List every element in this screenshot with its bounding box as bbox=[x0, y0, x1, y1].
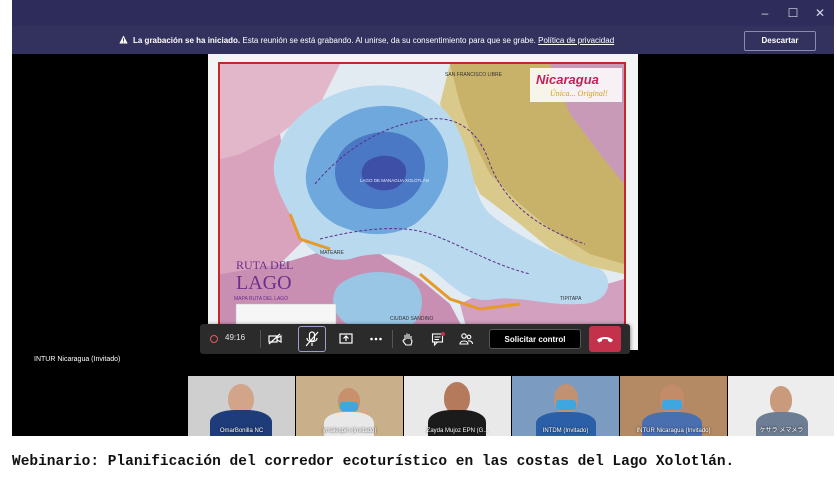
phone-hangup-icon bbox=[597, 337, 613, 343]
mute-button[interactable] bbox=[298, 326, 326, 352]
recording-indicator-icon bbox=[210, 335, 218, 343]
map-label-west-town: MATEARE bbox=[320, 250, 344, 256]
webinar-caption: Webinario: Planificación del corredor ec… bbox=[12, 454, 735, 470]
participant-name: INTUR Nicaragua (Invitado) bbox=[636, 428, 711, 434]
shared-slide: Nicaragua Única... Original! SAN FRANCIS… bbox=[208, 54, 638, 350]
participant-name: ymalespin (Invitado) bbox=[322, 428, 377, 434]
participant-tile[interactable]: ymalespin (Invitado) bbox=[296, 376, 403, 436]
face-mask bbox=[556, 400, 576, 410]
participant-tile[interactable]: Zayda Mujoz EPN (G... bbox=[404, 376, 511, 436]
map-label-lake: LAGO DE MANAGUA XOLOTLÁN bbox=[360, 177, 429, 183]
call-controls: 49:16 Solicitar control bbox=[200, 324, 630, 354]
recording-message: La grabación se ha iniciado. Esta reunió… bbox=[133, 36, 614, 45]
privacy-policy-link[interactable]: Política de privacidad bbox=[538, 36, 614, 45]
lago-title: LAGO bbox=[236, 272, 292, 294]
participant-name: OmarBonilla NC bbox=[219, 428, 264, 434]
more-options-icon[interactable] bbox=[368, 331, 384, 347]
divider bbox=[392, 330, 393, 348]
presenter-label: INTUR Nicaragua (Invitado) bbox=[34, 356, 121, 363]
recording-title: La grabación se ha iniciado. bbox=[133, 36, 241, 45]
maximize-icon[interactable]: ☐ bbox=[782, 3, 804, 23]
lake-route-map: Nicaragua Única... Original! SAN FRANCIS… bbox=[218, 62, 626, 344]
participant-face bbox=[770, 386, 792, 414]
map-label-city: CIUDAD SANDINO bbox=[390, 316, 433, 322]
microphone-off-icon bbox=[305, 331, 319, 347]
participant-tile[interactable]: OmarBonilla NC bbox=[188, 376, 295, 436]
participant-name: Zayda Mujoz EPN (G... bbox=[426, 428, 489, 434]
participant-tile[interactable]: ケサラ メマメラ bbox=[728, 376, 834, 436]
divider bbox=[260, 330, 261, 348]
map-label-east-town: TIPITAPA bbox=[560, 296, 582, 302]
title-bar: – ☐ ✕ bbox=[12, 0, 834, 26]
participant-name: INTDM (Invitado) bbox=[542, 428, 589, 434]
recording-banner: La grabación se ha iniciado. Esta reunió… bbox=[12, 26, 834, 54]
share-screen-icon[interactable] bbox=[338, 331, 354, 347]
participants-icon[interactable] bbox=[458, 331, 474, 347]
recording-text: Esta reunión se está grabando. Al unirse… bbox=[240, 36, 539, 45]
face-mask bbox=[340, 402, 358, 411]
call-timer: 49:16 bbox=[225, 333, 246, 342]
dismiss-button[interactable]: Descartar bbox=[744, 31, 816, 51]
participant-name: ケサラ メマメラ bbox=[759, 428, 804, 434]
map-illustration: Nicaragua Única... Original! SAN FRANCIS… bbox=[220, 64, 624, 342]
participant-strip: OmarBonilla NC ymalespin (Invitado) Zayd… bbox=[188, 376, 834, 436]
warning-icon bbox=[119, 35, 128, 44]
teams-window: – ☐ ✕ La grabación se ha iniciado. Esta … bbox=[12, 0, 834, 436]
minimize-icon[interactable]: – bbox=[754, 3, 776, 23]
face-mask bbox=[662, 400, 682, 410]
raise-hand-icon[interactable] bbox=[400, 331, 416, 347]
shared-screen: Nicaragua Única... Original! SAN FRANCIS… bbox=[12, 54, 834, 376]
participant-tile[interactable]: INTDM (Invitado) bbox=[512, 376, 619, 436]
map-subtitle: MAPA RUTA DEL LAGO bbox=[234, 296, 288, 302]
close-icon[interactable]: ✕ bbox=[809, 3, 831, 23]
nicaragua-logo-text: Nicaragua bbox=[536, 72, 599, 87]
participant-tile[interactable]: INTUR Nicaragua (Invitado) bbox=[620, 376, 727, 436]
chat-icon[interactable] bbox=[430, 331, 446, 347]
ruta-del-title: RUTA DEL bbox=[236, 258, 293, 272]
request-control-button[interactable]: Solicitar control bbox=[489, 329, 581, 349]
map-label-top: SAN FRANCISCO LIBRE bbox=[445, 72, 503, 78]
hang-up-button[interactable] bbox=[589, 326, 621, 352]
nicaragua-logo-subtitle: Única... Original! bbox=[550, 88, 608, 98]
camera-off-icon[interactable] bbox=[267, 331, 283, 347]
